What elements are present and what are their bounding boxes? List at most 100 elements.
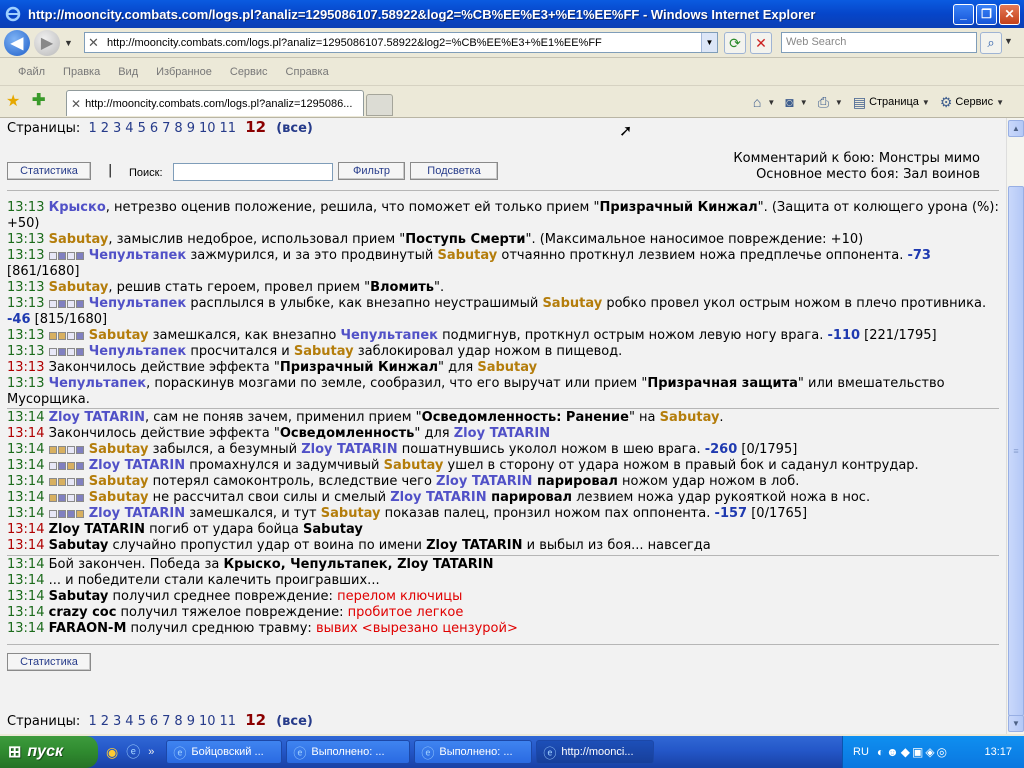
scroll-down-icon[interactable]: ▼ [1008, 715, 1024, 732]
filter-button[interactable]: Фильтр [338, 162, 405, 180]
menu-favorites[interactable]: Избранное [156, 66, 212, 78]
vertical-scrollbar[interactable]: ▲ ≡ ▼ [1006, 118, 1024, 734]
log-line: 13:14 FARAON-M получил среднюю травму: в… [7, 621, 518, 636]
pagination-bottom: Страницы: 1 2 3 4 5 6 7 8 9 10 11 12 (все) [7, 711, 313, 729]
hit-zone-icon [48, 458, 85, 473]
web-search-input[interactable]: Web Search [781, 32, 977, 53]
scroll-thumb[interactable]: ≡ [1008, 186, 1024, 716]
page-link[interactable]: 1 [88, 714, 96, 729]
quicklaunch-more-icon[interactable]: » [148, 746, 154, 758]
start-button[interactable]: ⊞ пуск [0, 736, 98, 768]
home-icon: ⌂ [752, 94, 762, 110]
log-line: 13:13 Крыско, нетрезво оценив положение,… [7, 200, 999, 231]
page-link[interactable]: 6 [150, 714, 158, 729]
all-pages-link[interactable]: (все) [276, 121, 313, 136]
page-link[interactable]: 4 [125, 121, 133, 136]
hit-zone-icon [48, 442, 85, 457]
page-link[interactable]: 9 [187, 121, 195, 136]
page-link[interactable]: 11 [220, 121, 237, 136]
task-button-active[interactable]: ⓔ http://moonci... [536, 740, 655, 764]
page-icon: ▤ [852, 93, 867, 110]
tray-icons[interactable]: ◐☻◆▣◈◎ [877, 745, 949, 759]
page-link[interactable]: 6 [150, 121, 158, 136]
menu-view[interactable]: Вид [118, 66, 138, 78]
page-link[interactable]: 3 [113, 121, 121, 136]
tab-current[interactable]: ✕ http://mooncity.combats.com/logs.pl?an… [66, 90, 364, 116]
printer-icon: ⎙ [817, 93, 829, 110]
refresh-button[interactable]: ⟳ [724, 32, 746, 54]
home-button[interactable]: ⌂ ▼ [753, 94, 775, 110]
clock: 13:17 [984, 746, 1012, 758]
current-page: 12 [245, 711, 267, 729]
page-link[interactable]: 10 [199, 714, 216, 729]
statistics-button-top[interactable]: Статистика [7, 162, 91, 180]
back-button[interactable]: ◀ [4, 29, 30, 56]
divider [7, 644, 999, 645]
current-page: 12 [245, 118, 267, 136]
task-button[interactable]: ⓔ Выполнено: ... [414, 740, 533, 764]
menu-tools[interactable]: Сервис [230, 66, 268, 78]
tools-menu-button[interactable]: ⚙ Сервис ▼ [940, 94, 1004, 111]
menu-help[interactable]: Справка [286, 66, 329, 78]
page-link[interactable]: 9 [187, 714, 195, 729]
page-link[interactable]: 4 [125, 714, 133, 729]
page-link[interactable]: 7 [162, 121, 170, 136]
highlight-button[interactable]: Подсветка [410, 162, 498, 180]
page-link[interactable]: 5 [138, 121, 146, 136]
window-title-bar: http://mooncity.combats.com/logs.pl?anal… [0, 0, 1024, 28]
search-options-icon[interactable]: ▼ [1004, 36, 1013, 46]
quicklaunch-ie-icon[interactable]: ⓔ [126, 742, 140, 762]
menu-edit[interactable]: Правка [63, 66, 100, 78]
pages-label: Страницы: [7, 121, 81, 136]
page-link[interactable]: 1 [88, 121, 96, 136]
log-line: 13:14 Закончилось действие эффекта "Осве… [7, 426, 551, 441]
log-line: 13:14 Sabutay потерял самоконтроль, всле… [7, 474, 800, 489]
gear-icon: ⚙ [939, 93, 953, 110]
history-dropdown-icon[interactable]: ▼ [64, 38, 73, 48]
page-link[interactable]: 11 [220, 714, 237, 729]
language-indicator[interactable]: RU [853, 746, 869, 758]
page-menu-button[interactable]: ▤ Страница ▼ [853, 94, 930, 111]
add-favorite-icon[interactable]: ✚ [32, 90, 45, 110]
page-link[interactable]: 8 [174, 714, 182, 729]
page-link[interactable]: 3 [113, 714, 121, 729]
forward-button[interactable]: ▶ [34, 29, 60, 56]
hit-zone-icon [48, 490, 85, 505]
task-button[interactable]: ⓔ Бойцовский ... [166, 740, 283, 764]
log-line: 13:14 Zloy TATARIN, сам не поняв зачем, … [7, 410, 724, 425]
search-icon[interactable]: ⌕ [980, 32, 1002, 54]
address-input[interactable]: ✕ http://mooncity.combats.com/logs.pl?an… [84, 32, 718, 53]
rss-icon: ◙ [785, 94, 794, 110]
log-line: 13:14 Zloy TATARIN погиб от удара бойца … [7, 522, 363, 537]
menu-file[interactable]: Файл [18, 66, 45, 78]
address-dropdown-icon[interactable]: ▼ [701, 33, 717, 52]
page-link[interactable]: 2 [101, 121, 109, 136]
ie-logo-icon [4, 5, 22, 23]
statistics-button-bottom[interactable]: Статистика [7, 653, 91, 671]
task-button[interactable]: ⓔ Выполнено: ... [286, 740, 411, 764]
search-input[interactable] [173, 163, 333, 181]
log-line: 13:13 Sabutay, решив стать героем, прове… [7, 280, 445, 295]
close-button[interactable]: ✕ [999, 3, 1020, 25]
page-link[interactable]: 2 [101, 714, 109, 729]
print-button[interactable]: ⎙ ▼ [818, 94, 843, 111]
page-menu-label: Страница [869, 96, 919, 108]
page-link[interactable]: 5 [138, 714, 146, 729]
all-pages-link[interactable]: (все) [276, 714, 313, 729]
feeds-button[interactable]: ◙ ▼ [785, 94, 807, 110]
page-link[interactable]: 8 [174, 121, 182, 136]
battle-log: 13:13 Крыско, нетрезво оценив положение,… [7, 200, 1002, 408]
scroll-up-icon[interactable]: ▲ [1008, 120, 1024, 137]
favorites-star-icon[interactable]: ★ [6, 91, 20, 111]
battle-log-summary: 13:14 Бой закончен. Победа за Крыско, Че… [7, 557, 1002, 637]
quicklaunch-icon[interactable]: ◉ [106, 744, 118, 761]
page-link[interactable]: 10 [199, 121, 216, 136]
log-line: 13:13 Чепультапек просчитался и Sabutay … [7, 344, 623, 359]
new-tab-button[interactable] [366, 94, 393, 116]
hit-zone-icon [48, 506, 85, 521]
maximize-button[interactable]: ❐ [976, 3, 997, 25]
log-line: 13:14 Sabutay не рассчитал свои силы и с… [7, 490, 871, 505]
minimize-button[interactable]: _ [953, 3, 974, 25]
page-link[interactable]: 7 [162, 714, 170, 729]
stop-button[interactable]: ✕ [750, 32, 772, 54]
